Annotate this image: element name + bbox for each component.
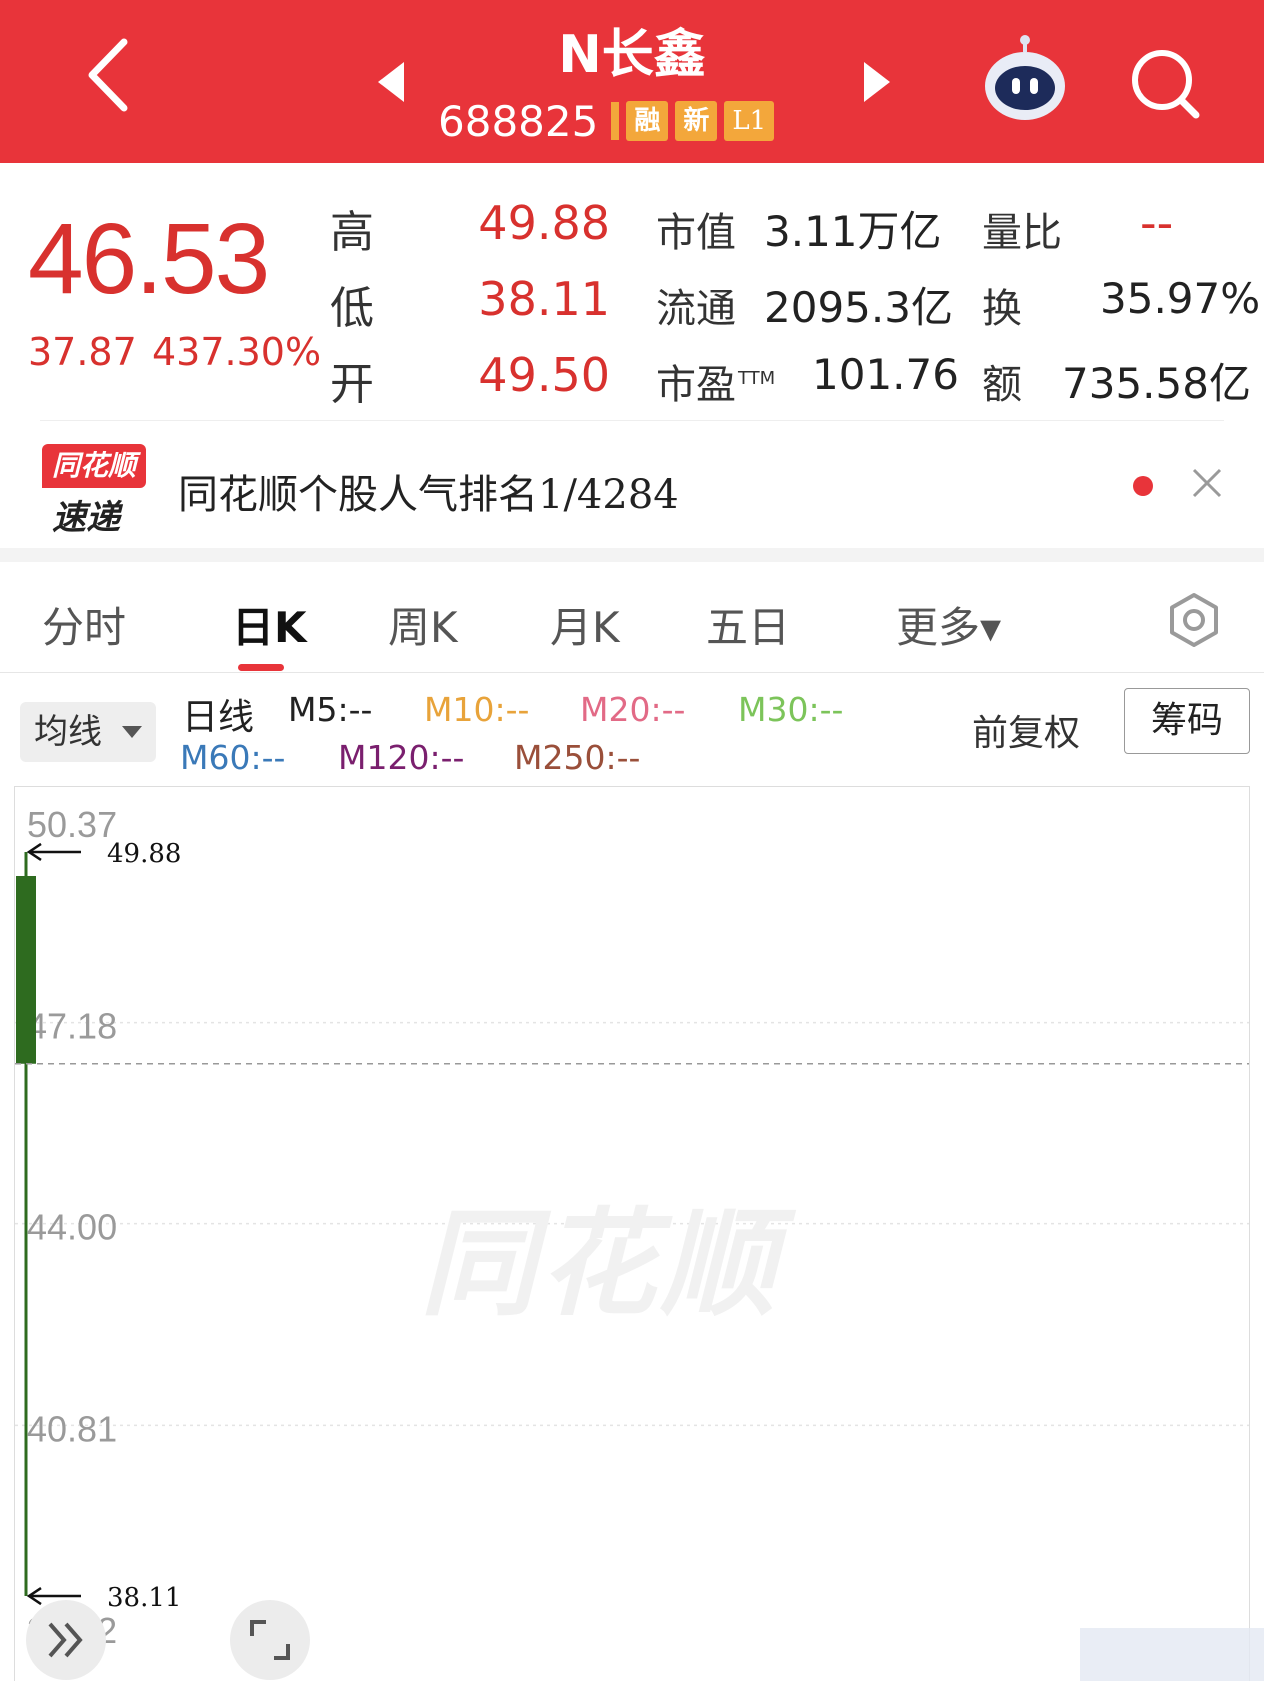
stock-code: 688825 [438, 96, 599, 146]
low-marker-label: 38.11 [107, 1583, 181, 1613]
expand-icon [250, 1620, 290, 1660]
section-divider [0, 548, 1264, 562]
ma5-value: M5:-- [288, 690, 373, 729]
fullscreen-button[interactable] [230, 1600, 310, 1680]
logo-bottom-text: 速递 [52, 498, 120, 538]
level1-tag: L1 [724, 101, 775, 141]
low-label: 低 [330, 283, 374, 334]
prev-stock-icon[interactable] [372, 58, 412, 106]
ma120-value: M120:-- [338, 738, 465, 777]
chip-distribution-button[interactable]: 筹码 [1124, 688, 1250, 754]
candle-body [16, 875, 36, 1064]
float-cap-label: 流通 [656, 286, 736, 332]
high-value: 49.88 [478, 196, 610, 250]
pe-label: 市盈 TTM [656, 352, 775, 410]
tab-five-day[interactable]: 五日 [706, 594, 790, 655]
watermark: 同花顺 [420, 1197, 780, 1332]
ma30-value: M30:-- [738, 690, 844, 729]
y-tick-label: 40.81 [27, 1408, 117, 1449]
price-change-pct: 437.30% [152, 330, 322, 374]
ma60-value: M60:-- [180, 738, 286, 777]
chevron-down-icon [122, 726, 142, 738]
turnover-value: 35.97% [1100, 274, 1261, 323]
ma-select-label: 均线 [34, 712, 102, 752]
market-cap-label: 市值 [656, 210, 736, 256]
tab-weekly-k[interactable]: 周K [388, 594, 458, 655]
unread-dot-icon [1133, 476, 1153, 496]
search-icon[interactable] [1128, 44, 1204, 124]
open-value: 49.50 [478, 348, 610, 402]
price-change: 37.87 [28, 330, 137, 374]
fast-forward-button[interactable] [26, 1600, 106, 1680]
pe-label-text: 市盈 [656, 362, 736, 408]
price-adjust-option[interactable]: 前复权 [972, 704, 1080, 756]
stock-code-row: 688825 融 新 L1 [438, 96, 775, 146]
next-stock-icon[interactable] [856, 58, 896, 106]
active-tab-indicator [238, 664, 284, 671]
stock-name: N长鑫 [558, 25, 706, 85]
low-value: 38.11 [478, 272, 610, 326]
amount-value: 735.58亿 [1062, 359, 1251, 408]
new-stock-tag: 新 [675, 101, 718, 141]
stock-header: N长鑫 688825 融 新 L1 [0, 0, 1264, 163]
tabs-divider [0, 672, 1264, 673]
quote-divider [40, 420, 1224, 421]
ma20-value: M20:-- [580, 690, 686, 729]
float-cap-value: 2095.3亿 [764, 283, 953, 332]
popularity-ranking[interactable]: 同花顺个股人气排名1/4284 [178, 462, 679, 520]
period-label: 日线 [182, 697, 255, 738]
ma250-value: M250:-- [514, 738, 641, 777]
tab-more[interactable]: 更多▾ [896, 594, 1001, 655]
ths-express-logo: 同花顺 速递 [42, 444, 148, 538]
tag-divider [611, 102, 620, 140]
turnover-label: 换 [982, 286, 1022, 332]
corner-overlay [1080, 1628, 1264, 1681]
settings-hexagon-icon[interactable] [1166, 592, 1222, 648]
tab-intraday[interactable]: 分时 [42, 594, 126, 655]
high-label: 高 [330, 207, 374, 258]
ma10-value: M10:-- [424, 690, 530, 729]
open-label: 开 [330, 359, 374, 410]
close-icon[interactable] [1190, 466, 1224, 500]
amount-label: 额 [982, 362, 1022, 408]
market-cap-value: 3.11万亿 [764, 207, 942, 256]
volume-ratio-value: -- [1140, 196, 1174, 250]
margin-tag: 融 [626, 101, 669, 141]
volume-ratio-label: 量比 [982, 210, 1062, 256]
pe-value: 101.76 [812, 350, 959, 399]
last-price: 46.53 [28, 203, 270, 315]
y-tick-label: 47.18 [27, 1006, 117, 1047]
logo-top-text: 同花顺 [42, 444, 146, 488]
high-marker-label: 49.88 [107, 839, 181, 869]
tab-daily-k[interactable]: 日K [232, 594, 307, 655]
tab-monthly-k[interactable]: 月K [550, 594, 620, 655]
double-chevron-right-icon [48, 1622, 83, 1658]
y-tick-label: 44.00 [27, 1207, 117, 1248]
ma-indicator-select[interactable]: 均线 [20, 702, 156, 762]
robot-assistant-icon[interactable] [980, 34, 1070, 124]
back-icon[interactable] [78, 30, 158, 120]
pe-ttm-sup: TTM [738, 367, 776, 389]
y-tick-label: 50.37 [27, 804, 117, 845]
